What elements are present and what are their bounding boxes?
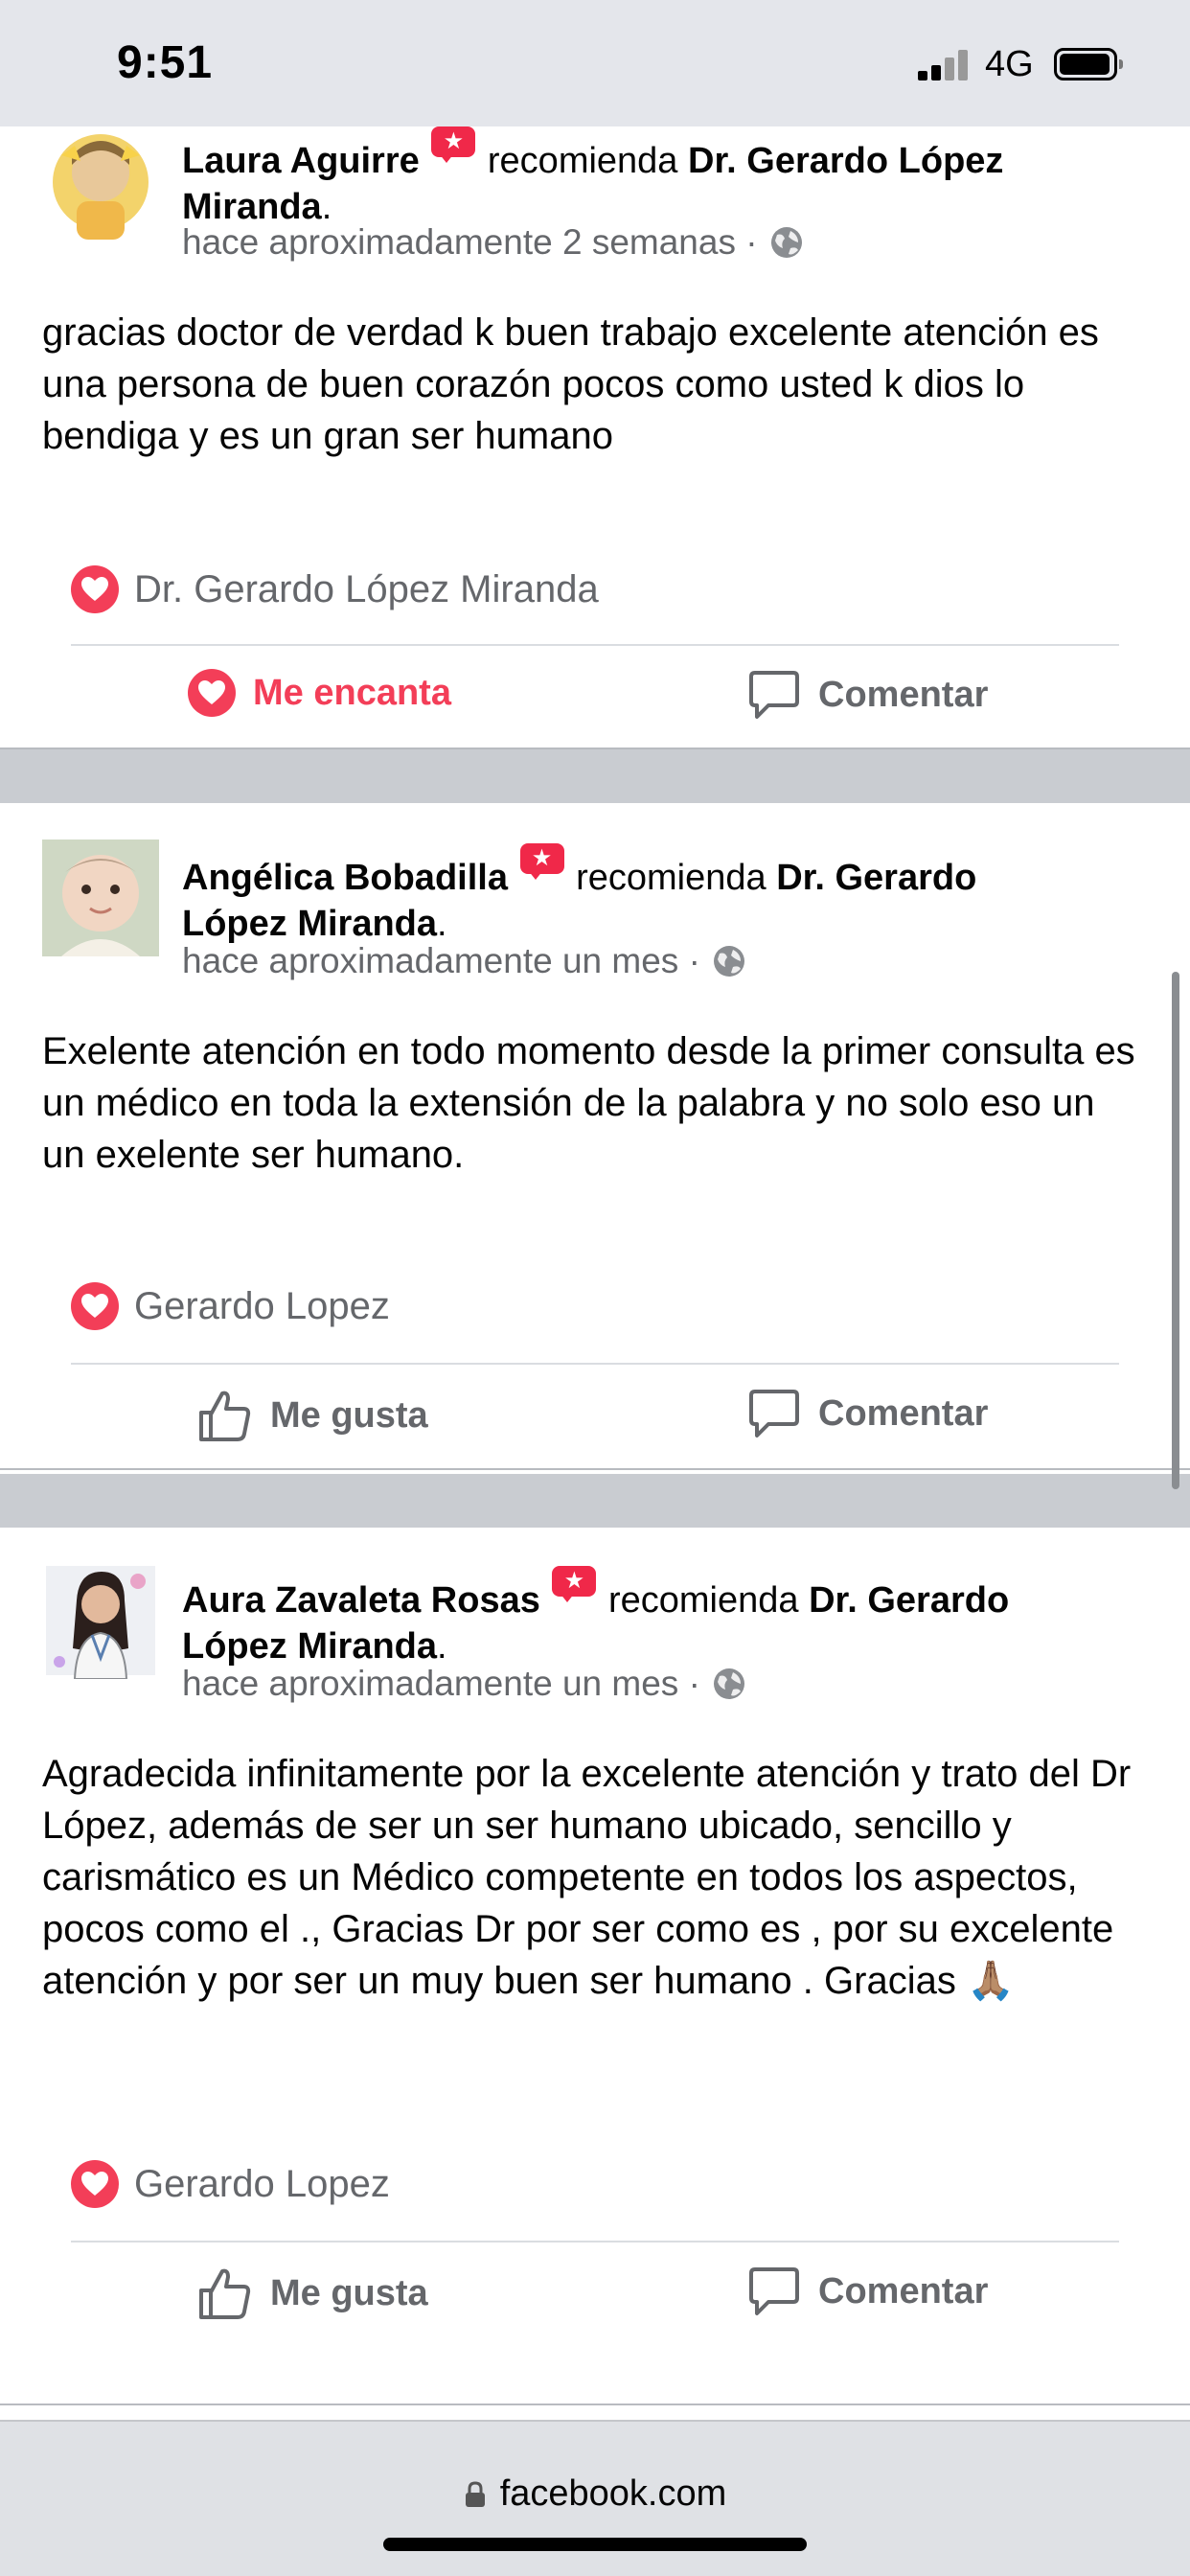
- browser-address-bar[interactable]: facebook.com: [0, 2420, 1190, 2576]
- comment-icon: [749, 671, 799, 719]
- comment-label: Comentar: [818, 674, 989, 715]
- page-name-cont[interactable]: López Miranda: [182, 904, 437, 944]
- avatar[interactable]: [42, 1562, 159, 1679]
- post-header: Laura Aguirre ★ recomienda Dr. Gerardo L…: [182, 126, 1140, 230]
- lock-icon: [465, 2480, 485, 2507]
- like-label: Me gusta: [270, 1394, 428, 1436]
- recommend-icon: ★: [519, 843, 564, 880]
- timestamp[interactable]: hace aproximadamente un mes ·: [182, 941, 700, 981]
- reactions-summary[interactable]: Gerardo Lopez: [71, 2160, 390, 2208]
- clock: 9:51: [117, 37, 214, 88]
- page-name-cont[interactable]: Miranda: [182, 187, 322, 227]
- card-border: [0, 1468, 1190, 1470]
- home-indicator[interactable]: [383, 2538, 807, 2551]
- comment-button[interactable]: Comentar: [747, 2266, 988, 2317]
- reactor-name: Gerardo Lopez: [134, 2162, 390, 2205]
- period: .: [437, 1626, 447, 1667]
- reactions-summary[interactable]: Dr. Gerardo López Miranda: [71, 565, 599, 613]
- author-name[interactable]: Laura Aguirre: [182, 141, 420, 181]
- thumbs-up-icon: [199, 1391, 251, 1441]
- reactions-summary[interactable]: Gerardo Lopez: [71, 1282, 390, 1330]
- review-text: Agradecida infinitamente por la excelent…: [42, 1753, 1132, 2002]
- post-header: Angélica Bobadilla ★ recomienda Dr. Gera…: [182, 843, 1140, 947]
- author-name[interactable]: Aura Zavaleta Rosas: [182, 1580, 540, 1621]
- like-button[interactable]: Me gusta: [197, 2266, 428, 2321]
- card-border: [0, 748, 1190, 749]
- thumbs-up-icon: [199, 2268, 251, 2319]
- url-display[interactable]: facebook.com: [0, 2473, 1190, 2515]
- like-label: Me gusta: [270, 2272, 428, 2313]
- url-text: facebook.com: [499, 2473, 727, 2514]
- globe-icon: [713, 1668, 744, 1699]
- card-border: [0, 2404, 1190, 2405]
- post-header: Aura Zavaleta Rosas ★ recomienda Dr. Ger…: [182, 1566, 1140, 1669]
- status-bar: 9:51 4G: [0, 0, 1190, 126]
- globe-icon: [770, 227, 802, 258]
- timestamp[interactable]: hace aproximadamente un mes ·: [182, 1664, 700, 1704]
- recommend-verb: recomienda: [607, 1580, 799, 1621]
- love-reaction-icon: [71, 1282, 119, 1330]
- review-post: Aura Zavaleta Rosas ★ recomienda Dr. Ger…: [0, 1528, 1190, 2409]
- post-meta: hace aproximadamente 2 semanas ·: [182, 222, 804, 263]
- review-text: Exelente atención en todo momento desde …: [42, 1030, 1135, 1176]
- review-post: Laura Aguirre ★ recomienda Dr. Gerardo L…: [0, 126, 1190, 749]
- like-button[interactable]: Me gusta: [197, 1388, 428, 1443]
- love-button[interactable]: Me encanta: [188, 669, 451, 717]
- screen: 9:51 4G Laura Aguirre ★ recomienda Dr. G…: [0, 0, 1190, 2576]
- cellular-signal-icon: [918, 50, 970, 80]
- recommend-verb: recomienda: [487, 141, 678, 181]
- recommend-verb: recomienda: [576, 858, 767, 898]
- love-label: Me encanta: [253, 672, 451, 713]
- recommend-icon: ★: [431, 126, 476, 163]
- comment-label: Comentar: [818, 1392, 989, 1434]
- period: .: [437, 904, 447, 944]
- love-reaction-icon: [71, 2160, 119, 2208]
- page-name[interactable]: Dr. Gerardo: [809, 1580, 1009, 1621]
- comment-button[interactable]: Comentar: [747, 669, 988, 721]
- network-type: 4G: [985, 44, 1034, 84]
- love-reaction-icon: [71, 565, 119, 613]
- avatar[interactable]: [42, 840, 159, 956]
- page-name-cont[interactable]: López Miranda: [182, 1626, 437, 1667]
- next-post-peek: [0, 2407, 1190, 2420]
- review-text: gracias doctor de verdad k buen trabajo …: [42, 311, 1099, 457]
- page-name[interactable]: Dr. Gerardo López: [688, 141, 1003, 181]
- globe-icon: [713, 946, 744, 977]
- recommend-icon: ★: [552, 1566, 597, 1602]
- reactor-name: Gerardo Lopez: [134, 1284, 390, 1327]
- comment-icon: [749, 1390, 799, 1438]
- avatar[interactable]: [42, 126, 159, 243]
- divider: [71, 644, 1119, 646]
- scrollbar[interactable]: [1172, 972, 1179, 1489]
- divider: [71, 1363, 1119, 1365]
- heart-icon: [188, 669, 236, 717]
- reviews-feed[interactable]: Laura Aguirre ★ recomienda Dr. Gerardo L…: [0, 126, 1190, 2420]
- comment-button[interactable]: Comentar: [747, 1388, 988, 1439]
- comment-icon: [749, 2267, 799, 2315]
- review-post: Angélica Bobadilla ★ recomienda Dr. Gera…: [0, 803, 1190, 1474]
- comment-label: Comentar: [818, 2270, 989, 2312]
- post-meta: hace aproximadamente un mes ·: [182, 1664, 746, 1704]
- divider: [71, 2241, 1119, 2242]
- page-name[interactable]: Dr. Gerardo: [776, 858, 976, 898]
- post-meta: hace aproximadamente un mes ·: [182, 941, 746, 981]
- battery-icon: [1054, 48, 1123, 80]
- reactor-name: Dr. Gerardo López Miranda: [134, 567, 599, 610]
- author-name[interactable]: Angélica Bobadilla: [182, 858, 508, 898]
- period: .: [321, 187, 332, 227]
- timestamp[interactable]: hace aproximadamente 2 semanas ·: [182, 222, 758, 263]
